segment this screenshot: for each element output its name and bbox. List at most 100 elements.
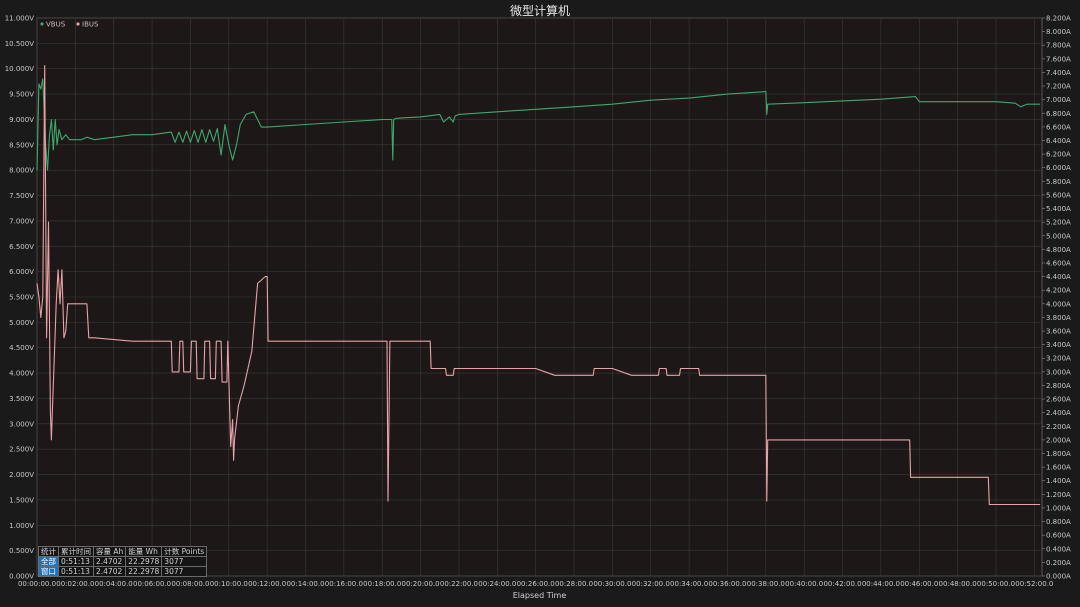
y-right-tick-label: 3.800A [1046,314,1071,322]
stats-header: 能量 Wh [125,546,163,557]
y-right-tick-label: 3.000A [1046,368,1071,376]
legend-marker-ibus [76,22,80,26]
y-right-tick-label: 3.200A [1046,355,1071,363]
x-tick-label: 00:00:00.0 [18,580,56,588]
y-left-tick-label: 9.000V [9,116,34,124]
x-tick-label: 00:38:00.0 [747,580,785,588]
y-left-tick-label: 1.500V [9,496,34,504]
y-left-tick-label: 7.500V [9,192,34,200]
y-right-tick-label: 1.400A [1046,477,1071,485]
y-right-tick-label: 6.000A [1046,164,1071,172]
y-left-tick-label: 3.000V [9,420,34,428]
x-tick-label: 00:10:00.0 [210,580,248,588]
y-left-tick-label: 5.000V [9,319,34,327]
stats-cell: 22.2978 [125,566,163,577]
y-right-tick-label: 5.800A [1046,178,1071,186]
x-tick-label: 00:28:00.0 [555,580,593,588]
y-left-tick-label: 2.000V [9,471,34,479]
y-right-tick-label: 7.400A [1046,69,1071,77]
y-right-tick-label: 6.200A [1046,151,1071,159]
stats-cell: 2.4702 [92,566,127,577]
y-right-tick-label: 3.600A [1046,328,1071,336]
y-right-tick-label: 7.000A [1046,96,1071,104]
y-right-tick-label: 2.600A [1046,396,1071,404]
x-tick-label: 00:26:00.0 [517,580,555,588]
y-right-tick-label: 2.000A [1046,436,1071,444]
y-right-tick-label: 7.600A [1046,55,1071,63]
x-axis-label: Elapsed Time [513,591,567,600]
y-right-tick-label: 4.600A [1046,259,1071,267]
x-tick-label: 00:36:00.0 [708,580,746,588]
stats-header: 统计 [38,546,59,557]
stats-header: 累计时间 [58,546,94,557]
stats-cell: 3077 [161,556,208,567]
x-tick-label: 00:24:00.0 [478,580,516,588]
y-left-tick-label: 8.000V [9,167,34,175]
x-tick-label: 00:02:00.0 [56,580,94,588]
y-right-tick-label: 1.600A [1046,464,1071,472]
stats-cell: 3077 [161,566,208,577]
y-right-tick-label: 4.000A [1046,300,1071,308]
y-right-tick-label: 4.200A [1046,287,1071,295]
y-right-tick-label: 5.200A [1046,219,1071,227]
y-right-tick-label: 6.600A [1046,123,1071,131]
y-right-tick-label: 8.200A [1046,15,1071,23]
x-tick-label: 00:50:00.0 [977,580,1015,588]
chart-plot: 0.000V0.500V1.000V1.500V2.000V2.500V3.00… [5,15,1071,601]
y-right-tick-label: 1.000A [1046,504,1071,512]
stats-row-all: 全部 0:51:13 2.4702 22.2978 3077 [38,556,208,567]
x-tick-label: 00:32:00.0 [632,580,670,588]
stats-cell: 2.4702 [92,556,127,567]
x-tick-label: 00:18:00.0 [363,580,401,588]
x-tick-label: 00:04:00.0 [95,580,133,588]
x-tick-label: 00:48:00.0 [939,580,977,588]
x-tick-label: 00:52:00.0 [1015,580,1053,588]
y-left-tick-label: 11.000V [5,15,34,23]
y-right-tick-label: 0.400A [1046,545,1071,553]
y-left-tick-label: 9.500V [9,91,34,99]
y-right-tick-label: 3.400A [1046,341,1071,349]
stats-cell: 22.2978 [125,556,163,567]
y-left-tick-label: 0.500V [9,547,34,555]
y-right-tick-label: 2.800A [1046,382,1071,390]
y-left-tick-label: 10.000V [5,65,34,73]
x-tick-label: 00:20:00.0 [402,580,440,588]
x-tick-label: 00:14:00.0 [286,580,324,588]
y-left-tick-label: 5.500V [9,294,34,302]
x-tick-label: 00:44:00.0 [862,580,900,588]
stats-row-label: 全部 [38,556,59,567]
stats-row-window: 窗口 0:51:13 2.4702 22.2978 3077 [38,566,208,577]
y-left-tick-label: 7.000V [9,217,34,225]
y-right-tick-label: 6.800A [1046,110,1071,118]
y-left-tick-label: 3.500V [9,395,34,403]
y-left-tick-label: 6.500V [9,243,34,251]
x-tick-label: 00:12:00.0 [248,580,286,588]
y-right-tick-label: 4.400A [1046,273,1071,281]
stats-table: 统计 累计时间 容量 Ah 能量 Wh 计数 Points 全部 0:51:13… [38,546,208,577]
x-tick-label: 00:16:00.0 [325,580,363,588]
y-left-tick-label: 2.500V [9,446,34,454]
y-left-tick-label: 10.500V [5,40,34,48]
x-tick-label: 00:46:00.0 [900,580,938,588]
y-right-tick-label: 7.800A [1046,42,1071,50]
y-right-tick-label: 1.200A [1046,491,1071,499]
stats-header-row: 统计 累计时间 容量 Ah 能量 Wh 计数 Points [38,546,208,557]
stats-cell: 0:51:13 [58,566,94,577]
y-left-tick-label: 4.000V [9,370,34,378]
stats-header: 计数 Points [161,546,208,557]
y-right-tick-label: 2.400A [1046,409,1071,417]
legend-marker-vbus [40,22,44,26]
legend-label-ibus: IBUS [82,21,99,29]
y-left-tick-label: 6.000V [9,268,34,276]
x-tick-label: 00:42:00.0 [823,580,861,588]
y-right-tick-label: 7.200A [1046,83,1071,91]
y-right-tick-label: 0.200A [1046,559,1071,567]
x-tick-label: 00:06:00.0 [133,580,171,588]
stats-cell: 0:51:13 [58,556,94,567]
y-right-tick-label: 8.000A [1046,28,1071,36]
y-right-tick-label: 5.000A [1046,232,1071,240]
y-right-tick-label: 4.800A [1046,246,1071,254]
y-right-tick-label: 2.200A [1046,423,1071,431]
x-tick-label: 00:30:00.0 [593,580,631,588]
y-right-tick-label: 0.800A [1046,518,1071,526]
